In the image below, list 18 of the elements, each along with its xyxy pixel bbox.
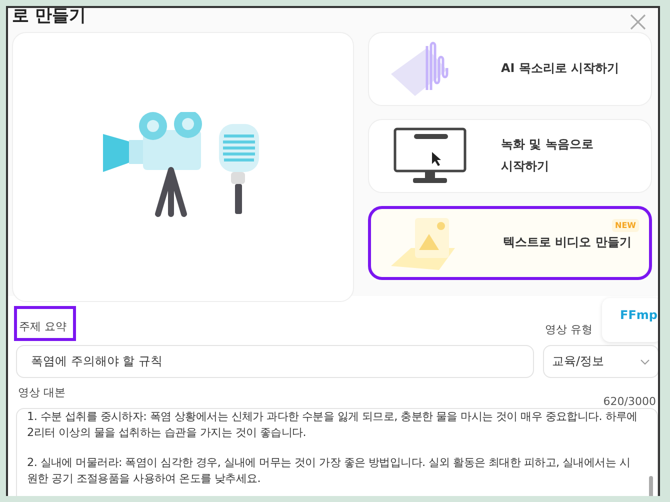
script-textarea[interactable]: 1. 수분 섭취를 중시하자: 폭염 상황에서는 신체가 과다한 수분을 잃게 되므로, 충분한 물을 마시는 것이 매우 중요합니다. 하루에 2리터 이상의 물을 섭취하는 습관을 가지는 것이 좋습니다. 2. 실내에 머물러라: 폭염이 심각한 경우, 실내에 머무는 것이 가장 좋은 방법입니다. 실외 활동은 최대한 피하고, 실내에서는 시원한 공기 조절용품을 사용하여 온도를 낮추세요. [16,408,658,496]
script-label: 영상 대본 [17,385,66,401]
start-option-card[interactable]: AI 목소리로 시작하기 [368,32,652,106]
character-count: 620/3000 [603,395,656,408]
start-option-card[interactable]: NEW 텍스트로 비디오 만들기 [368,206,652,280]
video-type-select[interactable]: 교육/정보 [543,345,658,378]
summary-label: 주제 요약 [14,306,76,341]
option-label: 텍스트로 비디오 만들기 [503,234,632,252]
start-option-card[interactable]: 녹화 및 녹음으로 시작하기 [368,119,652,193]
close-icon[interactable] [628,12,648,32]
option-label: 녹화 및 녹음으로 시작하기 [501,136,594,175]
chevron-down-icon [640,358,650,364]
video-type-label: 영상 유형 [544,322,592,338]
side-card: FFmp [602,298,658,342]
summary-input[interactable]: 폭염에 주의해야 할 규칙 [16,345,534,378]
option-label: AI 목소리로 시작하기 [501,60,620,78]
dialog-title: 로 만들기 [12,8,86,27]
new-badge: NEW [612,219,639,232]
